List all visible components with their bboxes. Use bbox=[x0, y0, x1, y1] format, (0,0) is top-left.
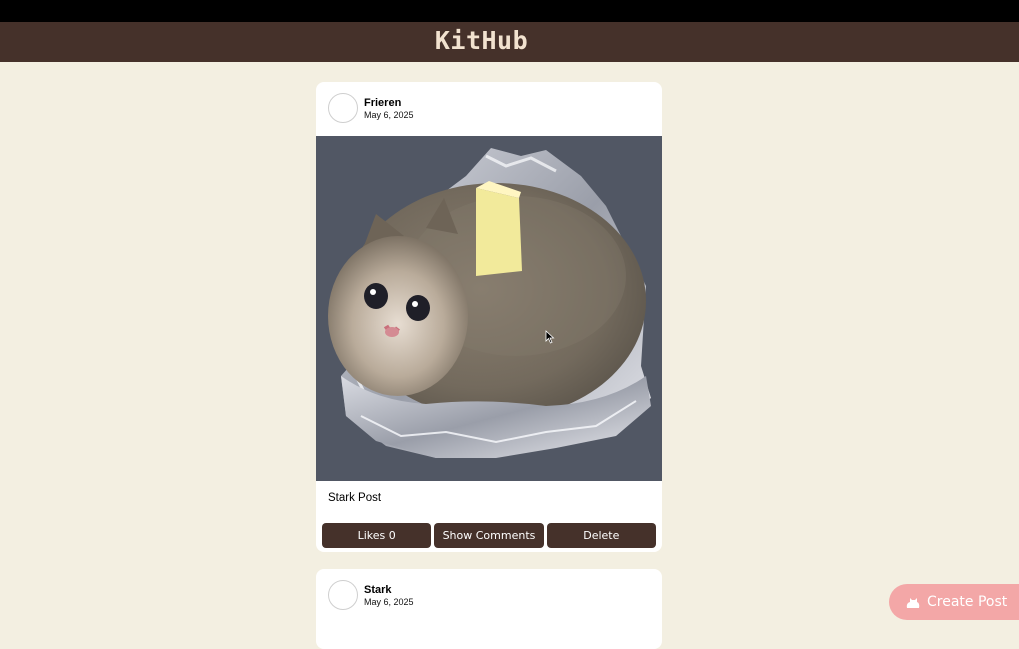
browser-top-bar bbox=[0, 0, 1019, 22]
avatar[interactable] bbox=[328, 93, 358, 123]
cat-icon bbox=[906, 598, 920, 608]
app-header: KitHub bbox=[0, 22, 1019, 62]
post-card: Frieren May 6, 2025 Stark Post Likes 0 S… bbox=[316, 82, 662, 552]
like-button[interactable]: Likes 0 bbox=[322, 523, 432, 548]
post-author[interactable]: Frieren bbox=[364, 97, 401, 109]
post-date: May 6, 2025 bbox=[364, 597, 414, 607]
post-date: May 6, 2025 bbox=[364, 110, 414, 120]
post-card: Stark May 6, 2025 bbox=[316, 569, 662, 649]
create-post-label: Create Post bbox=[927, 594, 1008, 610]
show-comments-button[interactable]: Show Comments bbox=[434, 523, 544, 548]
post-caption: Stark Post bbox=[328, 492, 382, 504]
mouse-cursor-icon bbox=[545, 330, 555, 344]
post-author[interactable]: Stark bbox=[364, 584, 392, 596]
delete-button[interactable]: Delete bbox=[546, 523, 656, 548]
post-actions: Likes 0 Show Comments Delete bbox=[322, 523, 656, 548]
post-image bbox=[316, 136, 662, 481]
avatar[interactable] bbox=[328, 580, 358, 610]
post-header: Frieren May 6, 2025 bbox=[316, 82, 662, 136]
post-header: Stark May 6, 2025 bbox=[316, 569, 662, 623]
create-post-button[interactable]: Create Post bbox=[889, 584, 1019, 620]
brand-logo[interactable]: KitHub bbox=[435, 26, 528, 55]
